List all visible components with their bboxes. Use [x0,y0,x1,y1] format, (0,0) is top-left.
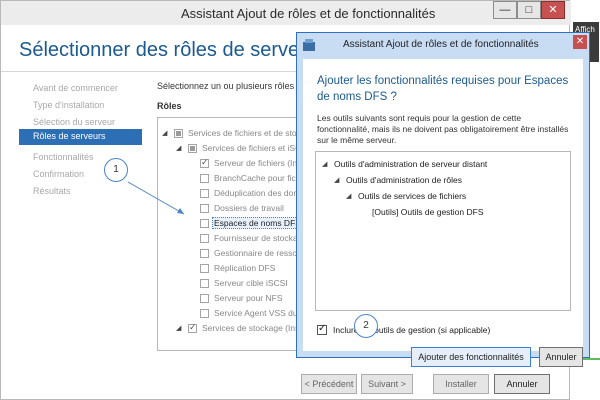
dialog-titlebar[interactable]: Assistant Ajout de rôles et de fonctionn… [297,33,589,57]
callout-one: 1 [104,158,128,182]
features-tree[interactable]: ◢ Outils d'administration de serveur dis… [315,151,571,311]
collapse-arrow-icon[interactable]: ◢ [322,160,327,168]
add-features-button[interactable]: Ajouter des fonctionnalités [411,347,531,367]
dialog-heading: Ajouter les fonctionnalités requises pou… [317,75,569,103]
collapse-arrow-icon[interactable]: ◢ [334,176,339,184]
dialog-cancel-button[interactable]: Annuler [539,347,583,367]
feature-item: Outils de services de fichiers [358,191,467,201]
dialog-title: Assistant Ajout de rôles et de fonctionn… [343,39,539,50]
dialog-description: Les outils suivants sont requis pour la … [317,113,569,145]
callout-two: 2 [354,314,378,338]
feature-item: [Outils] Outils de gestion DFS [372,207,484,217]
include-tools-checkbox[interactable] [317,323,327,335]
collapse-arrow-icon[interactable]: ◢ [346,192,351,200]
app-icon [303,39,315,51]
add-features-dialog: Assistant Ajout de rôles et de fonctionn… [296,32,590,367]
dialog-close-button[interactable]: ✕ [573,35,587,49]
arrow-line [127,181,185,215]
feature-item: Outils d'administration de rôles [346,175,462,185]
feature-item: Outils d'administration de serveur dista… [334,159,488,169]
dialog-body: Ajouter les fonctionnalités requises pou… [303,59,583,367]
